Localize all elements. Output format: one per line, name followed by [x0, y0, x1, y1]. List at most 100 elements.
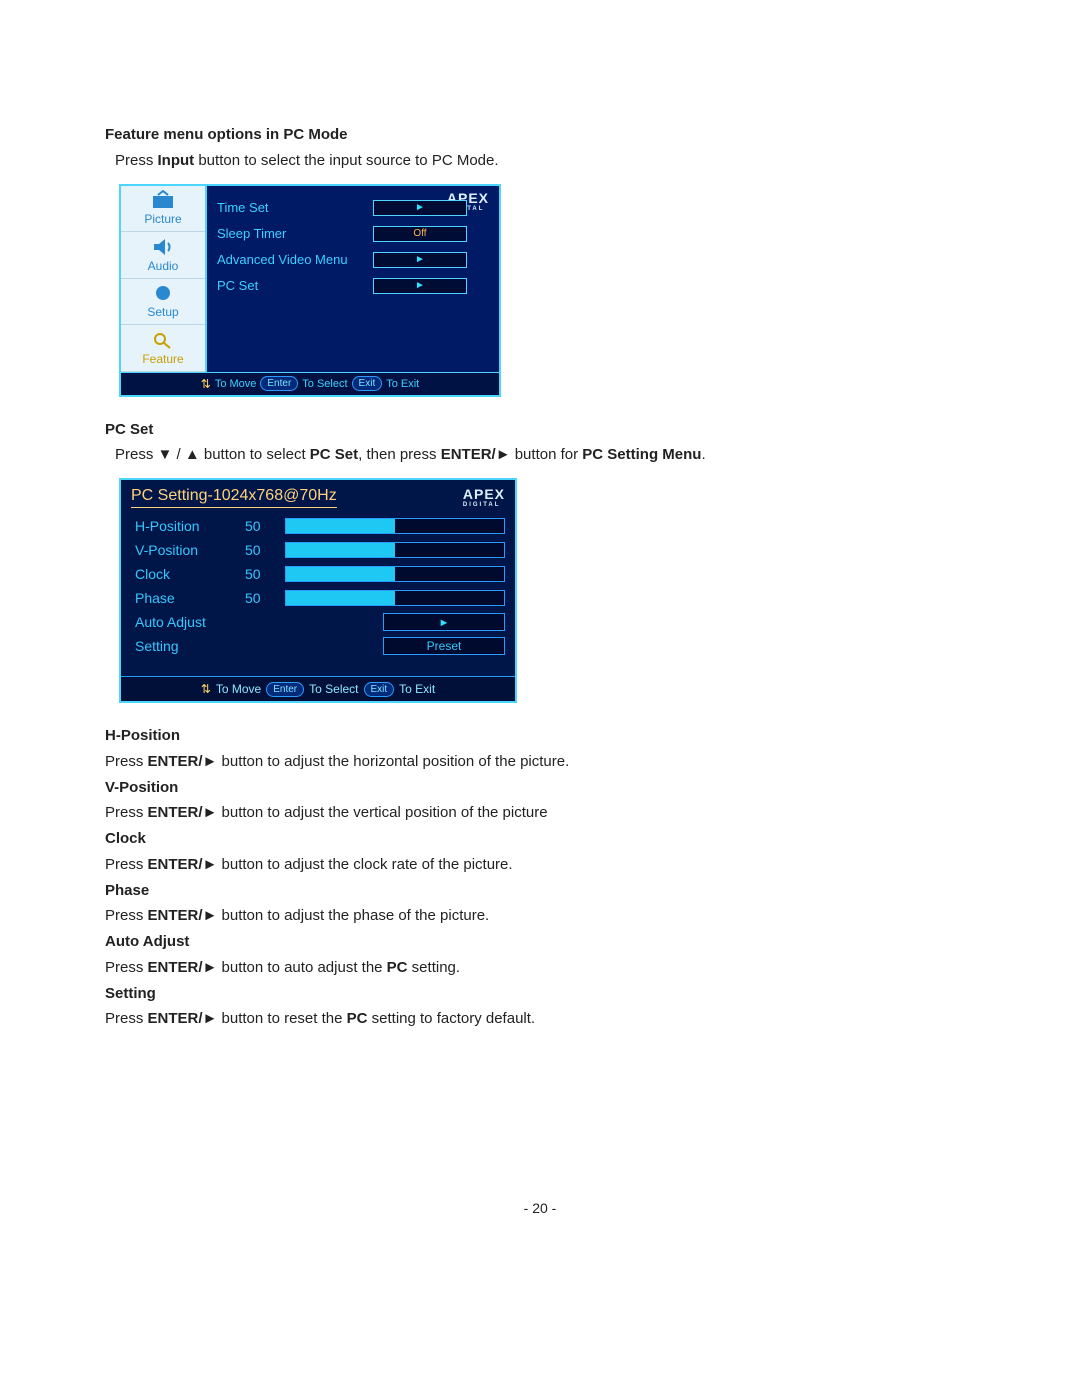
footer-select: To Select [302, 378, 347, 390]
t: PC Set [310, 446, 358, 463]
t: button to adjust the phase of the pictur… [217, 907, 489, 924]
t: Press [105, 907, 148, 924]
enter-pill: Enter [260, 376, 298, 391]
page-number: - 20 - [105, 1200, 975, 1216]
label: Advanced Video Menu [217, 252, 373, 267]
updown-icon: ⇅ [201, 682, 211, 696]
t: . [701, 446, 705, 463]
osd-sidebar: Picture Audio Setup Feature [121, 186, 207, 372]
t: button to adjust the horizontal position… [217, 753, 569, 770]
updown-icon: ⇅ [201, 377, 211, 391]
intro-text: Press Input button to select the input s… [115, 150, 975, 172]
value-arrow [383, 613, 505, 631]
menu-row-time-set[interactable]: Time Set [217, 198, 491, 218]
def-vpos-h: V-Position [105, 777, 975, 799]
t: Press [105, 959, 148, 976]
sidebar-item-setup[interactable]: Setup [121, 279, 205, 326]
t: , then press [358, 446, 441, 463]
row-phase[interactable]: Phase 50 [135, 586, 505, 610]
menu-row-pc-set[interactable]: PC Set [217, 276, 491, 296]
value: Off [373, 226, 467, 242]
t: Press ▼ / ▲ button to select [115, 446, 310, 463]
t: PC [347, 1010, 368, 1027]
menu-row-adv-video[interactable]: Advanced Video Menu [217, 250, 491, 270]
label: Clock [135, 566, 245, 582]
magnifier-icon [150, 330, 176, 350]
t: PC Setting Menu [582, 446, 701, 463]
def-auto-h: Auto Adjust [105, 931, 975, 953]
heading-pc-set: PC Set [105, 419, 975, 441]
value-arrow [373, 200, 467, 216]
label: PC Set [217, 278, 373, 293]
def-vpos-t: Press ENTER/► button to adjust the verti… [105, 802, 975, 824]
tv-icon [150, 190, 176, 210]
t: button to adjust the clock rate of the p… [217, 856, 512, 873]
footer-move: To Move [215, 378, 257, 390]
row-auto-adjust[interactable]: Auto Adjust [135, 610, 505, 634]
label: Time Set [217, 200, 373, 215]
menu-row-sleep-timer[interactable]: Sleep Timer Off [217, 224, 491, 244]
t: Press [105, 1010, 148, 1027]
osd-pc-setting: PC Setting-1024x768@70Hz APEX DIGITAL H-… [119, 478, 517, 703]
slider[interactable] [285, 566, 505, 582]
t: button for [511, 446, 583, 463]
osd-main-panel: APEX DIGITAL Time Set Sleep Timer Off Ad… [207, 186, 499, 372]
exit-pill: Exit [352, 376, 383, 391]
slider[interactable] [285, 518, 505, 534]
value: 50 [245, 566, 285, 582]
sidebar-item-audio[interactable]: Audio [121, 232, 205, 279]
row-h-position[interactable]: H-Position 50 [135, 514, 505, 538]
t: button to select the input source to PC … [194, 152, 498, 169]
label: Feature [142, 352, 183, 366]
label: Setting [135, 638, 245, 654]
row-clock[interactable]: Clock 50 [135, 562, 505, 586]
t: Input [158, 152, 195, 169]
row-setting[interactable]: Setting Preset [135, 634, 505, 658]
osd2-title: PC Setting-1024x768@70Hz [131, 487, 337, 508]
label: Setup [147, 305, 178, 319]
label: Sleep Timer [217, 226, 373, 241]
def-clock-t: Press ENTER/► button to adjust the clock… [105, 854, 975, 876]
def-set-t: Press ENTER/► button to reset the PC set… [105, 1008, 975, 1030]
t: ENTER/► [441, 446, 511, 463]
t: setting to factory default. [367, 1010, 535, 1027]
brand: APEX [463, 486, 505, 502]
sidebar-item-picture[interactable]: Picture [121, 186, 205, 233]
footer-toexit: To Exit [386, 378, 419, 390]
sidebar-item-feature[interactable]: Feature [121, 325, 205, 372]
t: ENTER/► [148, 1010, 218, 1027]
def-clock-h: Clock [105, 828, 975, 850]
value-arrow [373, 278, 467, 294]
pcset-text: Press ▼ / ▲ button to select PC Set, the… [115, 444, 975, 466]
brand-sub: DIGITAL [463, 502, 505, 508]
value: 50 [245, 542, 285, 558]
label: Auto Adjust [135, 614, 245, 630]
globe-icon [150, 283, 176, 303]
heading-feature-menu: Feature menu options in PC Mode [105, 124, 975, 146]
label: Phase [135, 590, 245, 606]
value: 50 [245, 518, 285, 534]
t: setting. [408, 959, 461, 976]
t: ENTER/► [148, 907, 218, 924]
osd-feature-menu: Picture Audio Setup Feature APEX [119, 184, 501, 397]
label: Audio [148, 259, 179, 273]
t: ENTER/► [148, 804, 218, 821]
t: button to adjust the vertical position o… [217, 804, 547, 821]
value: 50 [245, 590, 285, 606]
osd2-footer: ⇅ To Move Enter To Select Exit To Exit [121, 676, 515, 701]
slider[interactable] [285, 590, 505, 606]
t: ENTER/► [148, 856, 218, 873]
exit-pill: Exit [364, 682, 395, 697]
speaker-icon [150, 237, 176, 257]
t: Press [115, 152, 158, 169]
def-set-h: Setting [105, 983, 975, 1005]
brand-logo: APEX DIGITAL [463, 486, 505, 508]
t: Press [105, 753, 148, 770]
slider[interactable] [285, 542, 505, 558]
value: Preset [383, 637, 505, 655]
t: button to auto adjust the [217, 959, 386, 976]
def-auto-t: Press ENTER/► button to auto adjust the … [105, 957, 975, 979]
row-v-position[interactable]: V-Position 50 [135, 538, 505, 562]
osd-footer: ⇅ To Move Enter To Select Exit To Exit [121, 372, 499, 395]
t: ENTER/► [148, 753, 218, 770]
